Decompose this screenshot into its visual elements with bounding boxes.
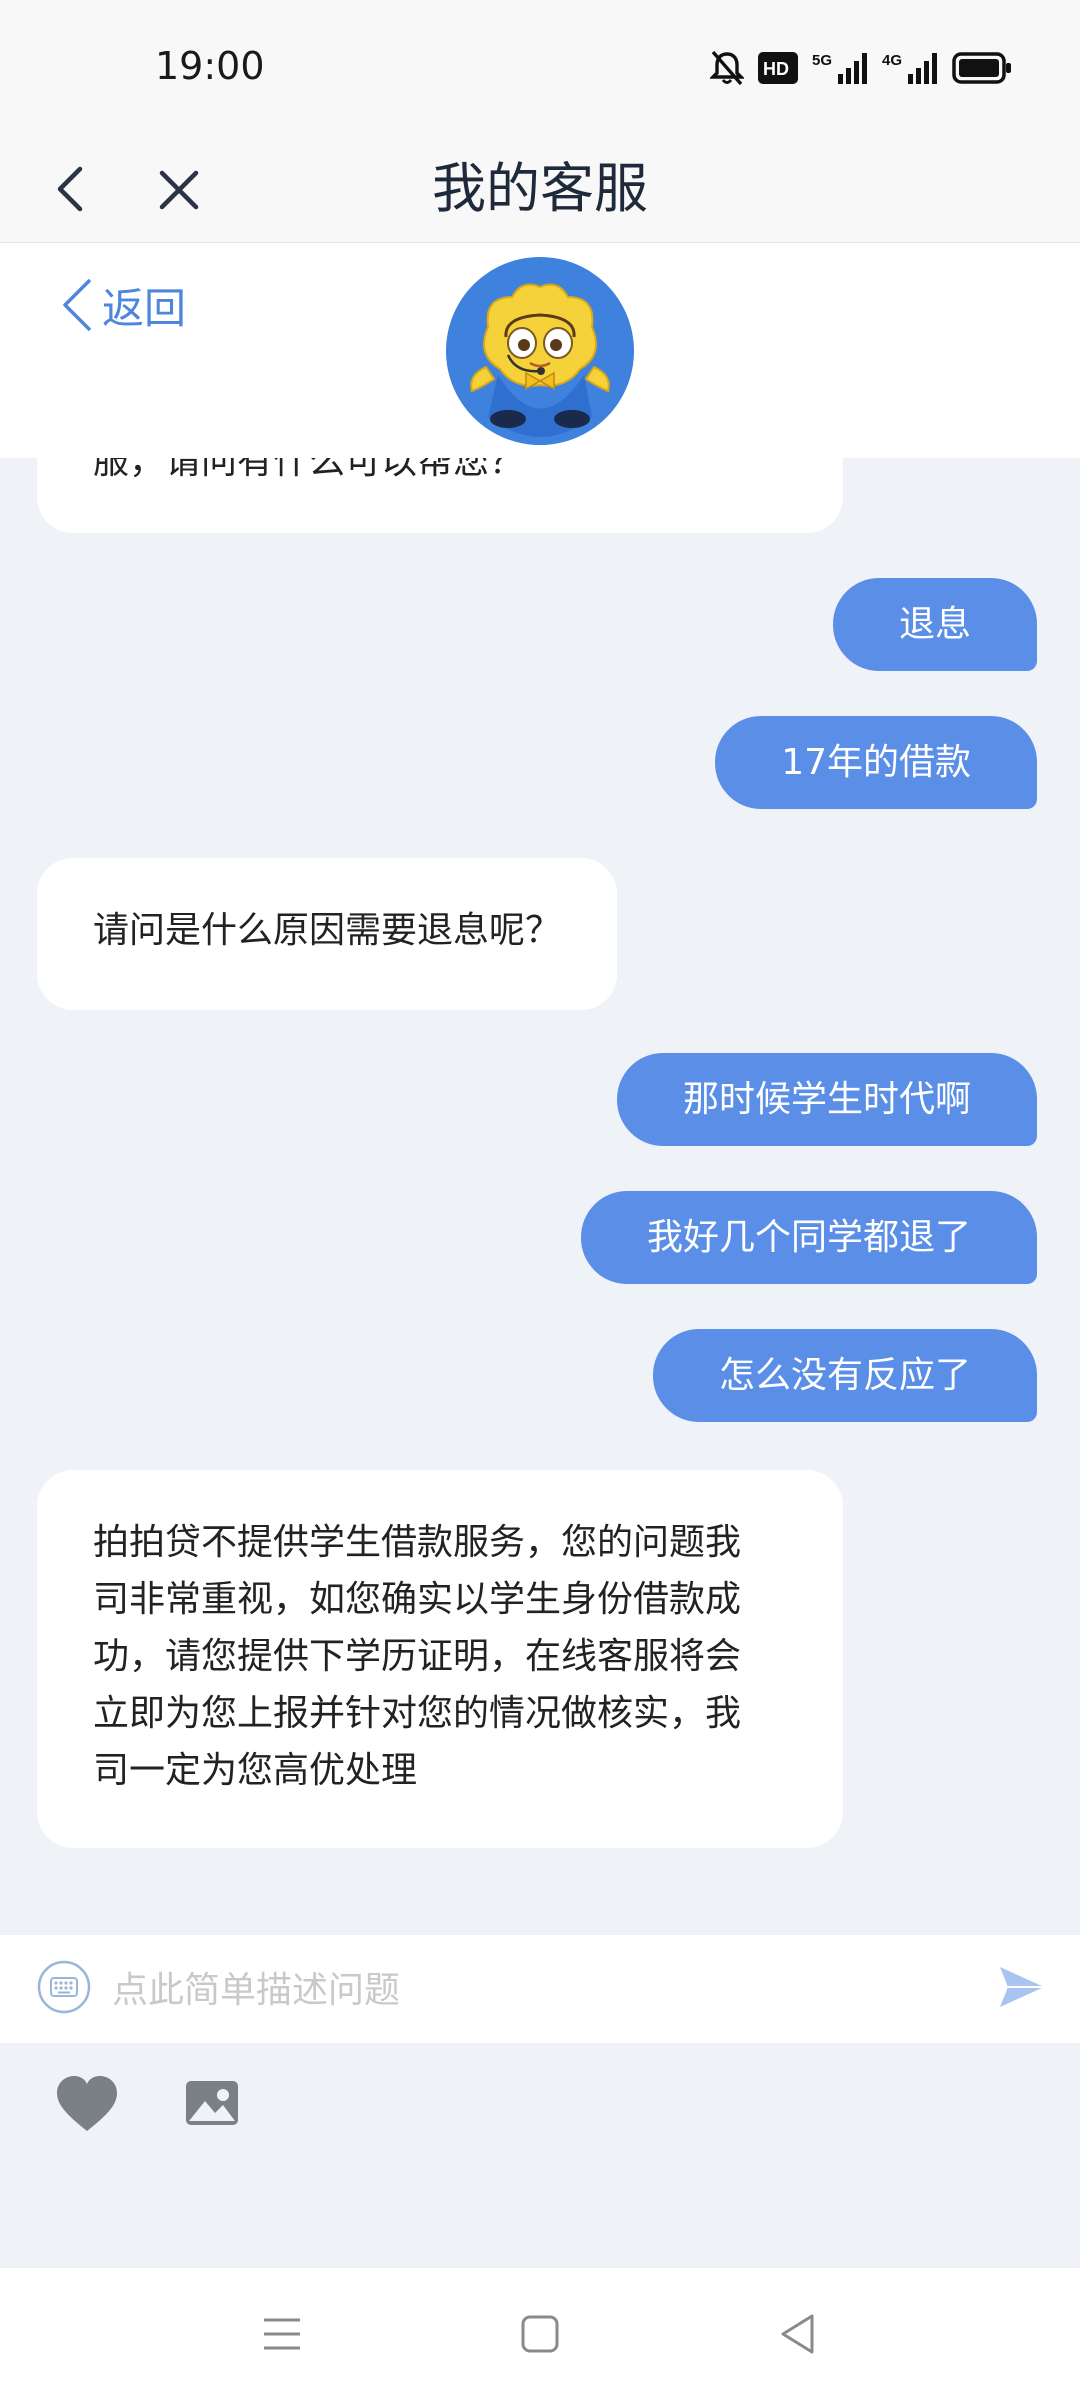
message-line: 立即为您上报并针对您的情况做核实，我 bbox=[93, 1693, 742, 1734]
status-time: 19:00 bbox=[155, 44, 265, 88]
user-message: 那时候学生时代啊 bbox=[616, 1053, 1037, 1146]
status-icons: HD 5G 4G bbox=[710, 48, 1012, 88]
user-message: 我好几个同学都退了 bbox=[580, 1191, 1037, 1284]
user-message: 17年的借款 bbox=[715, 716, 1037, 809]
message-line: 功，请您提供下学历证明，在线客服将会 bbox=[93, 1636, 742, 1677]
image-icon[interactable] bbox=[183, 2073, 241, 2131]
agent-message: 拍拍贷不提供学生借款服务，您的问题我 司非常重视，如您确实以学生身份借款成 功，… bbox=[37, 1470, 843, 1848]
message-text: 我好几个同学都退了 bbox=[646, 1217, 971, 1258]
message-line: 司一定为您高优处理 bbox=[93, 1750, 418, 1791]
message-text: 退息 bbox=[898, 604, 971, 645]
chat-area[interactable]: 服，请问有什么可以帮您？ 退息 17年的借款 请问是什么原因需要退息呢？ 那时候… bbox=[0, 458, 1080, 1933]
5g-signal-icon: 5G bbox=[812, 52, 867, 84]
chevron-left-icon[interactable] bbox=[52, 163, 88, 215]
hd-label: HD bbox=[763, 59, 789, 79]
message-line: 拍拍贷不提供学生借款服务，您的问题我 bbox=[93, 1522, 742, 1563]
menu-icon[interactable] bbox=[262, 2314, 302, 2354]
message-line: 司非常重视，如您确实以学生身份借款成 bbox=[93, 1579, 742, 1620]
message-text: 服，请问有什么可以帮您？ bbox=[93, 458, 526, 482]
close-icon[interactable] bbox=[156, 167, 202, 213]
title-bar: 我的客服 bbox=[0, 135, 1080, 243]
keyboard-icon[interactable] bbox=[36, 1959, 92, 2015]
message-text: 那时候学生时代啊 bbox=[682, 1079, 971, 1120]
home-icon[interactable] bbox=[520, 2314, 560, 2354]
avatar bbox=[446, 257, 634, 445]
input-bar bbox=[0, 1935, 1080, 2043]
system-nav-bar bbox=[0, 2268, 1080, 2400]
message-text: 17年的借款 bbox=[781, 742, 971, 783]
back-link[interactable]: 返回 bbox=[60, 273, 186, 337]
back-chevron-icon bbox=[63, 278, 92, 332]
service-header: 返回 bbox=[0, 243, 1080, 458]
4g-label: 4G bbox=[882, 52, 902, 69]
agent-message: 服，请问有什么可以帮您？ bbox=[37, 458, 843, 533]
user-message: 怎么没有反应了 bbox=[652, 1329, 1037, 1422]
message-text: 请问是什么原因需要退息呢？ bbox=[93, 910, 562, 951]
hd-icon: HD bbox=[758, 52, 798, 84]
back-nav-icon[interactable] bbox=[778, 2312, 818, 2356]
5g-label: 5G bbox=[812, 52, 832, 69]
tool-row bbox=[0, 2043, 1080, 2268]
send-icon[interactable] bbox=[996, 1961, 1048, 2013]
back-label: 返回 bbox=[102, 283, 187, 333]
user-message: 退息 bbox=[832, 578, 1037, 671]
mascot-icon bbox=[470, 283, 610, 437]
4g-signal-icon: 4G bbox=[882, 52, 937, 84]
bell-mute-icon bbox=[710, 50, 744, 86]
battery-icon bbox=[952, 52, 1011, 84]
status-bar: 19:00 HD 5G 4G bbox=[0, 0, 1080, 135]
heart-icon[interactable] bbox=[55, 2073, 119, 2137]
message-text: 怎么没有反应了 bbox=[718, 1355, 971, 1396]
agent-message: 请问是什么原因需要退息呢？ bbox=[37, 858, 618, 1010]
message-input[interactable] bbox=[110, 1957, 964, 2023]
